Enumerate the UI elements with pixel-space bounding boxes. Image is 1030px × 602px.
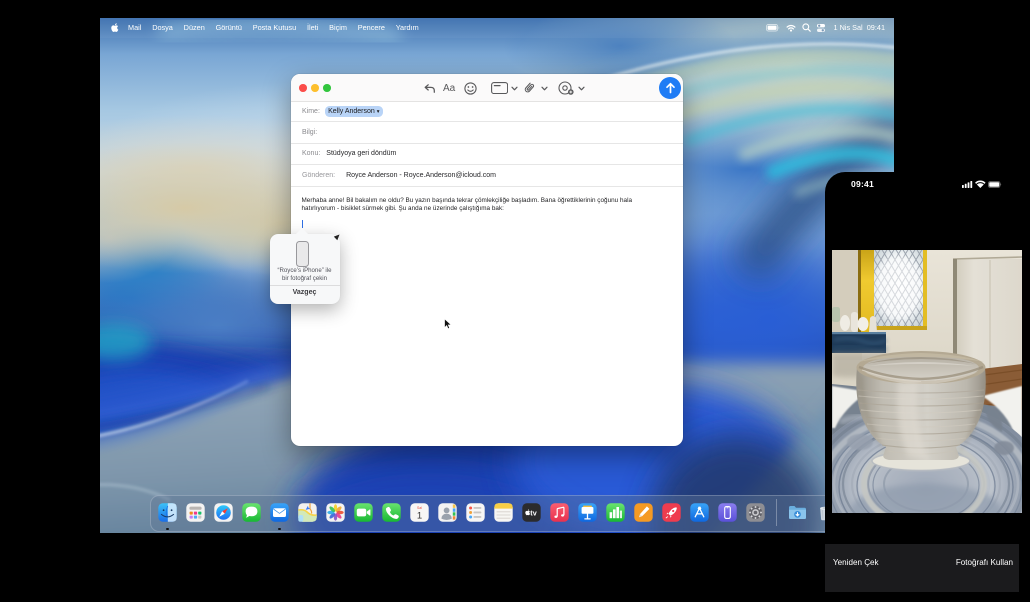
svg-text:1: 1 bbox=[417, 510, 422, 521]
svg-text:tv: tv bbox=[530, 508, 536, 517]
svg-text:Sal: Sal bbox=[417, 505, 422, 509]
